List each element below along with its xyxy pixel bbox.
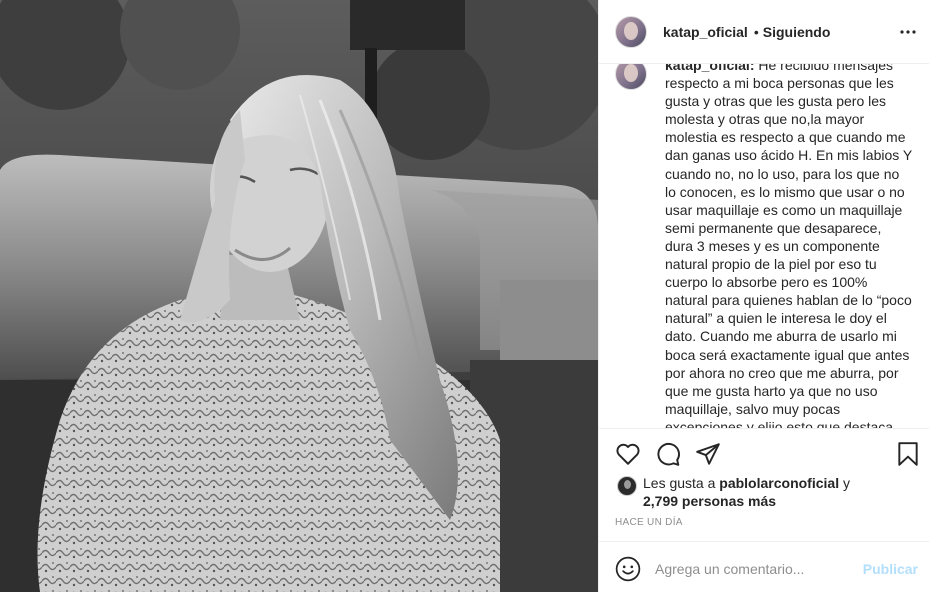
post-photo[interactable] [0, 0, 598, 592]
likes-text: Les gusta a pablolarconoficial y [643, 474, 917, 492]
header-separator: • [753, 23, 759, 40]
comment-input[interactable] [655, 558, 855, 580]
caption-author-avatar[interactable] [615, 64, 647, 90]
add-comment-bar: Publicar [599, 541, 929, 592]
more-options-icon[interactable] [898, 22, 918, 42]
liker-username[interactable]: pablolarconoficial [719, 475, 839, 491]
caption-username[interactable]: katap_oficial: [665, 64, 754, 73]
emoji-icon[interactable] [615, 556, 641, 582]
comment-icon[interactable] [655, 441, 681, 467]
caption-comment: katap_oficial: He recibido mensajes resp… [615, 64, 913, 428]
likes-count-line: 2,799 personas más [643, 492, 917, 510]
caption-text-block: katap_oficial: He recibido mensajes resp… [665, 64, 913, 428]
post-header: katap_oficial • Siguiendo [599, 0, 929, 64]
author-avatar[interactable] [615, 15, 647, 48]
likes-prefix: Les gusta a [643, 475, 720, 491]
post-image [0, 0, 598, 592]
likes-summary: Les gusta a pablolarconoficial y 2,799 p… [617, 474, 917, 510]
post-timestamp[interactable]: HACE UN DÍA [615, 517, 683, 528]
likes-joiner: y [839, 475, 850, 491]
action-bar [599, 428, 929, 474]
publish-button[interactable]: Publicar [863, 561, 918, 577]
caption-text: He recibido mensajes respecto a mi boca … [665, 64, 912, 428]
author-username[interactable]: katap_oficial [663, 24, 748, 40]
post-side-panel: katap_oficial • Siguiendo katap_oficial:… [598, 0, 929, 592]
likes-count[interactable]: 2,799 personas más [643, 493, 776, 509]
share-icon[interactable] [695, 441, 721, 467]
comments-list[interactable]: katap_oficial: He recibido mensajes resp… [599, 64, 929, 428]
following-button[interactable]: Siguiendo [763, 24, 831, 40]
liker-avatar[interactable] [617, 476, 637, 496]
heart-icon[interactable] [615, 441, 641, 467]
bookmark-icon[interactable] [895, 441, 921, 467]
